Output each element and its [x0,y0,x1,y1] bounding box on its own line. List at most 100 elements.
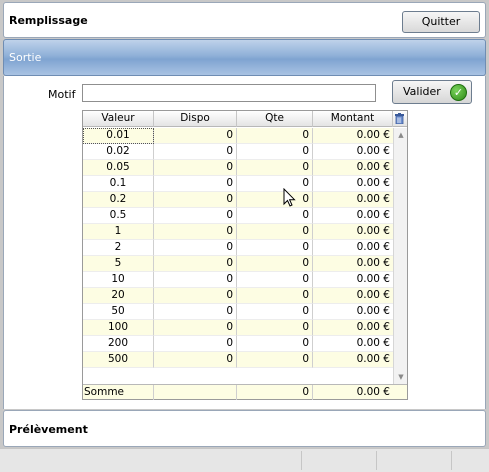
table-row[interactable]: 100 0 0 0.00 € [83,320,393,336]
panel-header-prelevement[interactable]: Prélèvement [3,410,486,447]
scroll-up-arrow-icon[interactable]: ▲ [396,131,406,139]
cell-valeur: 0.2 [83,192,154,208]
grid-body: 0.01 0 0 0.00 €0.02 0 0 0.00 €0.05 0 0 0.00 €0.1 0… [83,128,393,384]
panel-header-remplissage[interactable]: Remplissage Quitter [3,2,486,38]
cell-valeur: 100 [83,320,154,336]
quit-button[interactable]: Quitter [402,11,480,33]
cell-valeur: 0.5 [83,208,154,224]
cell-qte[interactable]: 0 [237,288,313,304]
motif-input[interactable] [82,84,376,102]
cell-qte[interactable]: 0 [237,144,313,160]
cell-montant: 0.00 € [313,336,393,352]
cell-montant: 0.00 € [313,144,393,160]
table-row[interactable]: 2 0 0 0.00 € [83,240,393,256]
cell-qte[interactable]: 0 [237,160,313,176]
column-header-montant[interactable]: Montant [313,111,393,127]
cell-dispo: 0 [154,336,237,352]
cell-valeur: 50 [83,304,154,320]
cell-valeur: 500 [83,352,154,368]
table-row[interactable]: 50 0 0 0.00 € [83,304,393,320]
cell-montant: 0.00 € [313,240,393,256]
valider-button-label: Valider [403,85,441,98]
cell-qte[interactable]: 0 [237,208,313,224]
cell-valeur: 200 [83,336,154,352]
cell-valeur: 2 [83,240,154,256]
cell-dispo: 0 [154,176,237,192]
status-bar [0,448,489,472]
cell-qte[interactable]: 0 [237,336,313,352]
cell-dispo: 0 [154,144,237,160]
table-row[interactable]: 0.1 0 0 0.00 € [83,176,393,192]
table-row[interactable]: 0.2 0 0 0.00 € [83,192,393,208]
cell-dispo: 0 [154,256,237,272]
table-row[interactable]: 200 0 0 0.00 € [83,336,393,352]
column-header-dispo[interactable]: Dispo [154,111,237,127]
table-row[interactable]: 5 0 0 0.00 € [83,256,393,272]
cell-valeur: 10 [83,272,154,288]
table-row[interactable]: 0.02 0 0 0.00 € [83,144,393,160]
cell-qte[interactable]: 0 [237,256,313,272]
cell-qte[interactable]: 0 [237,352,313,368]
window-frame: Remplissage Quitter Sortie Motif Valider… [0,0,489,472]
table-row[interactable]: 500 0 0 0.00 € [83,352,393,368]
cell-qte[interactable]: 0 [237,176,313,192]
table-row[interactable]: 20 0 0 0.00 € [83,288,393,304]
cell-montant: 0.00 € [313,208,393,224]
check-icon: ✓ [450,84,467,101]
column-header-valeur[interactable]: Valeur [83,111,154,127]
cell-dispo: 0 [154,288,237,304]
panel-title-prelevement: Prélèvement [9,423,88,436]
cell-montant: 0.00 € [313,304,393,320]
cell-qte[interactable]: 0 [237,128,313,144]
cell-valeur: 1 [83,224,154,240]
panel-title-sortie: Sortie [9,51,42,64]
cell-montant: 0.00 € [313,160,393,176]
footer-qte-total: 0 [237,385,313,400]
grid-header: Valeur Dispo Qte Montant [83,111,407,127]
cell-qte[interactable]: 0 [237,320,313,336]
cell-montant: 0.00 € [313,320,393,336]
column-header-qte[interactable]: Qte [237,111,313,127]
cell-valeur: 5 [83,256,154,272]
cell-dispo: 0 [154,272,237,288]
cell-qte[interactable]: 0 [237,240,313,256]
table-row[interactable]: 0.5 0 0 0.00 € [83,208,393,224]
grid-footer: Somme 0 0.00 € [83,384,407,400]
scroll-down-arrow-icon[interactable]: ▼ [396,373,406,381]
table-row[interactable]: 1 0 0 0.00 € [83,224,393,240]
valider-button[interactable]: Valider ✓ [392,80,472,104]
cell-dispo: 0 [154,192,237,208]
cell-dispo: 0 [154,320,237,336]
panel-title-remplissage: Remplissage [9,14,88,27]
cell-qte[interactable]: 0 [237,224,313,240]
denomination-grid: Valeur Dispo Qte Montant 0.01 0 0 0.00 €0.0… [82,110,408,400]
trash-icon[interactable] [395,113,404,124]
cell-dispo: 0 [154,352,237,368]
cell-valeur: 0.02 [83,144,154,160]
cell-montant: 0.00 € [313,224,393,240]
cell-montant: 0.00 € [313,256,393,272]
cell-montant: 0.00 € [313,176,393,192]
cell-montant: 0.00 € [313,128,393,144]
cell-qte[interactable]: 0 [237,272,313,288]
cell-valeur: 20 [83,288,154,304]
cell-montant: 0.00 € [313,192,393,208]
cell-dispo: 0 [154,160,237,176]
footer-label: Somme [83,385,154,400]
table-row[interactable]: 0.05 0 0 0.00 € [83,160,393,176]
footer-montant-total: 0.00 € [356,386,390,398]
panel-header-sortie[interactable]: Sortie [3,39,486,76]
footer-dispo [154,385,237,400]
table-row[interactable]: 10 0 0 0.00 € [83,272,393,288]
cell-montant: 0.00 € [313,352,393,368]
cell-valeur: 0.1 [83,176,154,192]
table-row[interactable]: 0.01 0 0 0.00 € [83,128,393,144]
cell-montant: 0.00 € [313,272,393,288]
grid-scrollbar[interactable]: ▲ ▼ [393,128,407,384]
cell-qte[interactable]: 0 [237,304,313,320]
cell-dispo: 0 [154,240,237,256]
cell-qte[interactable]: 0 [237,192,313,208]
cell-montant: 0.00 € [313,288,393,304]
mouse-cursor-icon [283,188,296,207]
cell-dispo: 0 [154,304,237,320]
